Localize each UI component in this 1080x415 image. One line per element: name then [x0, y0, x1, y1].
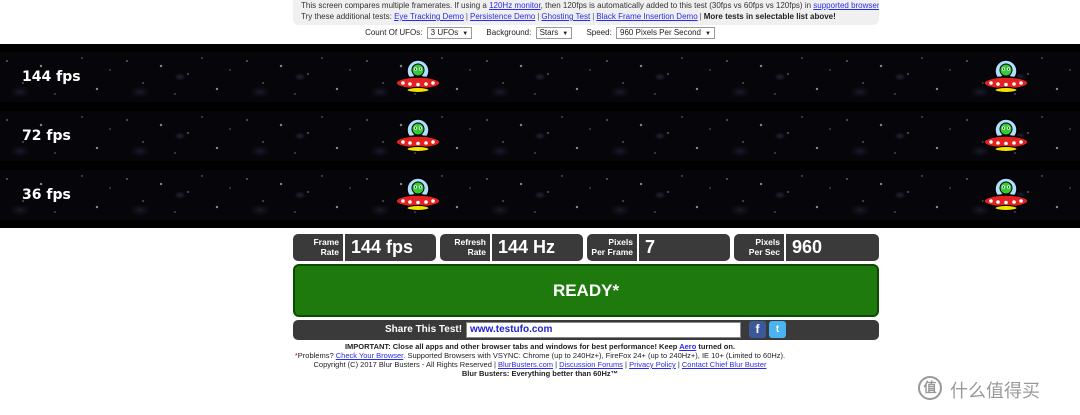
chevron-down-icon: ▼	[704, 31, 711, 37]
info-panel: This screen compares multiple framerates…	[293, 0, 879, 25]
stat-label: Pixels Per Frame	[587, 234, 639, 261]
chevron-down-icon: ▼	[562, 31, 569, 37]
stat-label-line-2: Per Frame	[591, 247, 633, 257]
facebook-share-icon[interactable]: f	[749, 321, 766, 338]
link-privacy-policy[interactable]: Privacy Policy	[629, 360, 676, 369]
speed-value: 960 Pixels Per Second	[620, 28, 701, 37]
info-mid-text: , then 120fps is automatically added to …	[540, 1, 814, 10]
twitter-share-icon[interactable]: t	[769, 321, 786, 338]
stat-label-line-2: Rate	[320, 247, 339, 257]
link-blurbusters[interactable]: BlurBusters.com	[498, 360, 553, 369]
ufo-icon	[393, 56, 443, 96]
framerate-strip-72: 72 fps	[0, 111, 1080, 161]
background-value: Stars	[539, 28, 559, 37]
chevron-down-icon: ▼	[462, 31, 469, 37]
ufo-count-control: Count Of UFOs: 3 UFOs ▼	[365, 27, 473, 39]
copyright-line: Copyright (C) 2017 Blur Busters - All Ri…	[313, 360, 767, 369]
link-eye-tracking-demo[interactable]: Eye Tracking Demo	[394, 12, 464, 21]
problems-text: Problems?	[297, 351, 336, 360]
ufo-test-area: 144 fps 72 fps 36 fps	[0, 44, 1080, 228]
stat-label-line-1: Refresh	[454, 237, 486, 247]
link-contact-chief-blur-buster[interactable]: Contact Chief Blur Buster	[682, 360, 767, 369]
info-line-2: Try these additional tests: Eye Tracking…	[301, 11, 879, 22]
link-aero[interactable]: Aero	[679, 342, 696, 351]
link-120hz-monitor[interactable]: 120Hz monitor	[489, 1, 541, 10]
info-tests-text: Try these additional tests:	[301, 12, 395, 21]
speed-label: Speed:	[586, 28, 612, 38]
copyright-text: Copyright (C) 2017 Blur Busters - All Ri…	[313, 360, 499, 369]
ufo-count-label: Count Of UFOs:	[365, 28, 423, 38]
refresh-rate-value: 144 Hz	[498, 237, 556, 257]
important-text-end: turned on.	[696, 342, 736, 351]
stat-label: Frame Rate	[293, 234, 345, 261]
stat-label-line-2: Rate	[467, 247, 486, 257]
important-notice: IMPORTANT: Close all apps and other brow…	[0, 342, 1080, 351]
background-control: Background: Stars ▼	[486, 27, 573, 39]
stat-label: Refresh Rate	[440, 234, 492, 261]
info-line-1: This screen compares multiple framerates…	[301, 0, 879, 11]
background-label: Background:	[486, 28, 532, 38]
share-url-field[interactable]: www.testufo.com	[466, 322, 741, 338]
share-label: Share This Test!	[385, 324, 463, 335]
test-controls: Count Of UFOs: 3 UFOs ▼ Background: Stars…	[0, 27, 1080, 41]
speed-control: Speed: 960 Pixels Per Second ▼	[586, 27, 715, 39]
speed-select[interactable]: 960 Pixels Per Second ▼	[616, 27, 715, 39]
background-select[interactable]: Stars ▼	[535, 27, 573, 39]
problems-notice: *Problems? Check Your Browser. Supported…	[0, 351, 1080, 360]
link-persistence-demo[interactable]: Persistence Demo	[470, 12, 535, 21]
frame-rate-stat: Frame Rate 144 fps	[293, 234, 436, 261]
link-supported-browsers[interactable]: supported browsers	[813, 1, 879, 10]
ready-status-banner: READY*	[293, 264, 879, 317]
link-ghosting-test[interactable]: Ghosting Test	[541, 12, 590, 21]
footer: IMPORTANT: Close all apps and other brow…	[0, 342, 1080, 378]
stat-label-line-2: Per Sec	[748, 247, 780, 257]
framerate-strip-36: 36 fps	[0, 170, 1080, 220]
link-check-your-browser[interactable]: Check Your Browser	[336, 351, 404, 360]
refresh-rate-stat: Refresh Rate 144 Hz	[440, 234, 583, 261]
browsers-text: . Supported Browsers with VSYNC: Chrome …	[403, 351, 786, 360]
strip-fps-label: 144 fps	[22, 69, 81, 85]
strip-fps-label: 72 fps	[22, 128, 71, 144]
ufo-count-select[interactable]: 3 UFOs ▼	[426, 27, 473, 39]
more-tests-text: More tests in selectable list above!	[703, 12, 836, 21]
watermark: 值 什么值得买	[918, 376, 1068, 402]
info-intro-text: This screen compares multiple framerates…	[301, 1, 490, 10]
important-text: IMPORTANT: Close all apps and other brow…	[344, 342, 680, 351]
watermark-logo-icon: 值	[918, 376, 942, 400]
frame-rate-value: 144 fps	[351, 237, 414, 257]
stat-label-line-1: Pixels	[608, 237, 633, 247]
stat-label-line-1: Frame	[313, 237, 339, 247]
pixels-per-frame-stat: Pixels Per Frame 7	[587, 234, 730, 261]
ufo-icon	[393, 174, 443, 214]
framerate-strip-144: 144 fps	[0, 52, 1080, 102]
link-discussion-forums[interactable]: Discussion Forums	[559, 360, 623, 369]
ufo-icon	[981, 115, 1031, 155]
link-black-frame-insertion-demo[interactable]: Black Frame Insertion Demo	[596, 12, 697, 21]
stat-label: Pixels Per Sec	[734, 234, 786, 261]
ufo-icon	[981, 174, 1031, 214]
ufo-icon	[393, 115, 443, 155]
pixels-per-sec-value: 960	[792, 237, 823, 257]
ufo-count-value: 3 UFOs	[430, 28, 459, 37]
share-bar: Share This Test! www.testufo.com f t	[293, 320, 879, 340]
pixels-per-frame-value: 7	[645, 237, 656, 257]
pixels-per-sec-stat: Pixels Per Sec 960	[734, 234, 879, 261]
ufo-icon	[981, 56, 1031, 96]
strip-fps-label: 36 fps	[22, 187, 71, 203]
stat-label-line-1: Pixels	[755, 237, 780, 247]
watermark-text: 什么值得买	[950, 381, 1040, 402]
